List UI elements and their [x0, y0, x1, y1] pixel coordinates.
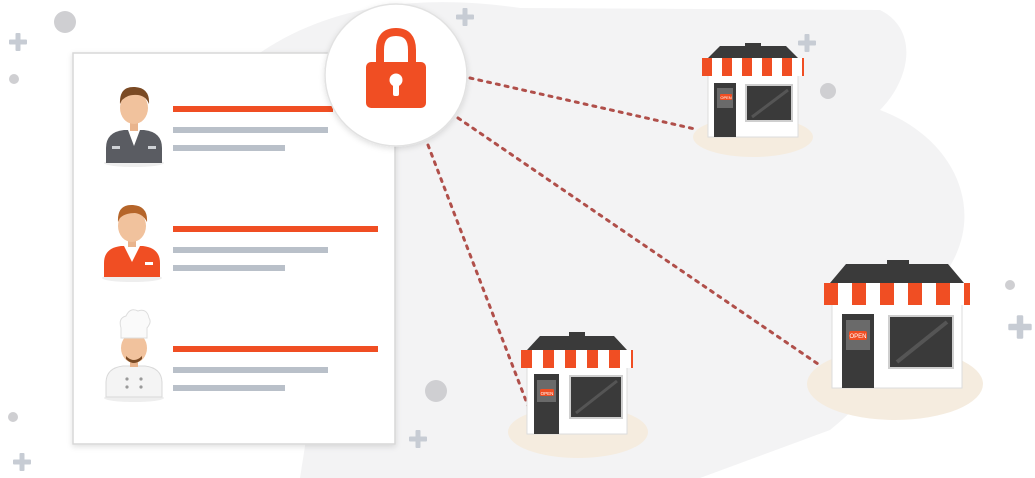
store-open-sign: OPEN [541, 391, 554, 396]
decor-dot [9, 74, 19, 84]
decor-dot [1005, 280, 1015, 290]
store-icon: OPEN [693, 43, 813, 157]
illustration-canvas: OPEN OPEN OPEN [8, 2, 1032, 478]
access-control-illustration: OPEN OPEN OPEN [0, 0, 1035, 478]
decor-dot [8, 412, 18, 422]
plus-icon [9, 33, 27, 51]
store-icon: OPEN [807, 260, 983, 420]
employee-detail-line [173, 145, 285, 151]
employee-name-line [173, 106, 333, 112]
employee-name-line [173, 226, 378, 232]
employee-detail-line [173, 247, 328, 253]
decor-dot [54, 11, 76, 33]
employee-detail-line [173, 127, 328, 133]
decor-dot [425, 380, 447, 402]
store-open-sign: OPEN [720, 95, 731, 100]
employee-detail-line [173, 265, 285, 271]
store-open-sign: OPEN [849, 334, 866, 340]
employee-detail-line [173, 385, 285, 391]
lock-badge [324, 3, 468, 147]
store-icon: OPEN [508, 332, 648, 458]
plus-icon [13, 453, 31, 471]
plus-icon [1008, 315, 1032, 339]
employee-detail-line [173, 367, 328, 373]
decor-dot [820, 83, 836, 99]
employee-name-line [173, 346, 378, 352]
